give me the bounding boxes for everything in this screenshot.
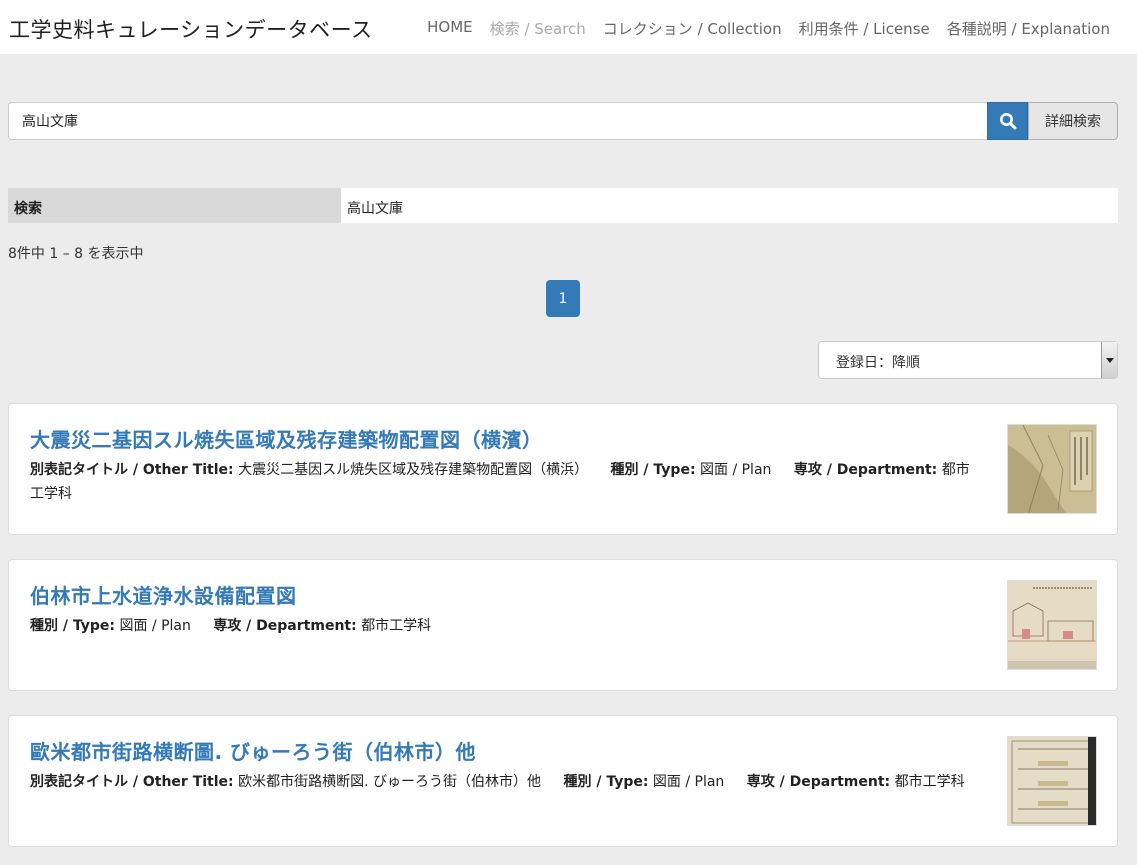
nav-search[interactable]: 検索 / Search bbox=[490, 18, 586, 39]
search-button[interactable] bbox=[987, 102, 1028, 140]
result-title[interactable]: 大震災二基因スル焼失區域及残存建築物配置図（横濱） bbox=[30, 424, 543, 453]
other-title-label: 別表記タイトル / Other Title: bbox=[30, 774, 234, 790]
sort-select[interactable]: 登録日：降順 bbox=[818, 341, 1118, 379]
brand-title[interactable]: 工学史料キュレーションデータベース bbox=[9, 14, 373, 44]
pagination-page-1[interactable]: 1 bbox=[546, 280, 580, 317]
search-icon bbox=[999, 113, 1016, 130]
department-label: 専攻 / Department: bbox=[213, 618, 357, 634]
result-card: 伯林市上水道浄水設備配置図 種別 / Type: 図面 / Plan 専攻 / … bbox=[8, 559, 1118, 691]
nav-explanation[interactable]: 各種説明 / Explanation bbox=[947, 18, 1110, 39]
department-value: 都市工学科 bbox=[361, 618, 432, 634]
type-label: 種別 / Type: bbox=[610, 462, 696, 478]
type-value: 図面 / Plan bbox=[700, 462, 772, 478]
search-criteria: 検索 高山文庫 bbox=[8, 188, 1118, 223]
result-thumbnail[interactable] bbox=[1007, 424, 1097, 514]
department-label: 専攻 / Department: bbox=[746, 774, 891, 790]
type-label: 種別 / Type: bbox=[563, 774, 649, 790]
other-title-label: 別表記タイトル / Other Title: bbox=[30, 462, 234, 478]
nav-collection[interactable]: コレクション / Collection bbox=[603, 18, 782, 39]
result-thumbnail[interactable] bbox=[1007, 580, 1097, 670]
search-input[interactable] bbox=[8, 102, 987, 140]
results-count: 8件中 1 – 8 を表示中 bbox=[8, 246, 144, 262]
criteria-value: 高山文庫 bbox=[341, 188, 1118, 223]
criteria-key: 検索 bbox=[8, 188, 341, 223]
result-card: 歐米都市街路横断圖. びゅーろう街（伯林市）他 別表記タイトル / Other … bbox=[8, 715, 1118, 847]
type-label: 種別 / Type: bbox=[30, 618, 115, 634]
type-value: 図面 / Plan bbox=[652, 774, 725, 790]
navbar: 工学史料キュレーションデータベース HOME 検索 / Search コレクショ… bbox=[0, 0, 1137, 54]
nav-license[interactable]: 利用条件 / License bbox=[799, 18, 930, 39]
advanced-search-button[interactable]: 詳細検索 bbox=[1028, 102, 1118, 140]
department-value: 都市工学科 bbox=[894, 774, 965, 790]
result-title[interactable]: 伯林市上水道浄水設備配置図 bbox=[30, 580, 297, 609]
search-bar: 詳細検索 bbox=[8, 102, 1118, 140]
type-value: 図面 / Plan bbox=[119, 618, 191, 634]
main-nav: HOME 検索 / Search コレクション / Collection 利用条… bbox=[427, 18, 1110, 39]
result-meta: 別表記タイトル / Other Title: 欧米都市街路横断図. びゅーろう街… bbox=[30, 770, 980, 794]
department-label: 専攻 / Department: bbox=[793, 462, 938, 478]
other-title-value: 大震災二基因スル焼失区域及残存建築物配置図（横浜） bbox=[238, 462, 589, 478]
result-title[interactable]: 歐米都市街路横断圖. びゅーろう街（伯林市）他 bbox=[30, 736, 476, 765]
other-title-value: 欧米都市街路横断図. びゅーろう街（伯林市）他 bbox=[238, 774, 541, 790]
result-meta: 別表記タイトル / Other Title: 大震災二基因スル焼失区域及残存建築… bbox=[30, 458, 980, 506]
result-card: 大震災二基因スル焼失區域及残存建築物配置図（横濱） 別表記タイトル / Othe… bbox=[8, 403, 1118, 535]
result-meta: 種別 / Type: 図面 / Plan 専攻 / Department: 都市… bbox=[30, 614, 980, 638]
nav-home[interactable]: HOME bbox=[427, 18, 473, 39]
sort-selected-value: 登録日：降順 bbox=[836, 355, 920, 371]
dropdown-arrow-icon[interactable] bbox=[1101, 342, 1117, 378]
result-thumbnail[interactable] bbox=[1007, 736, 1097, 826]
